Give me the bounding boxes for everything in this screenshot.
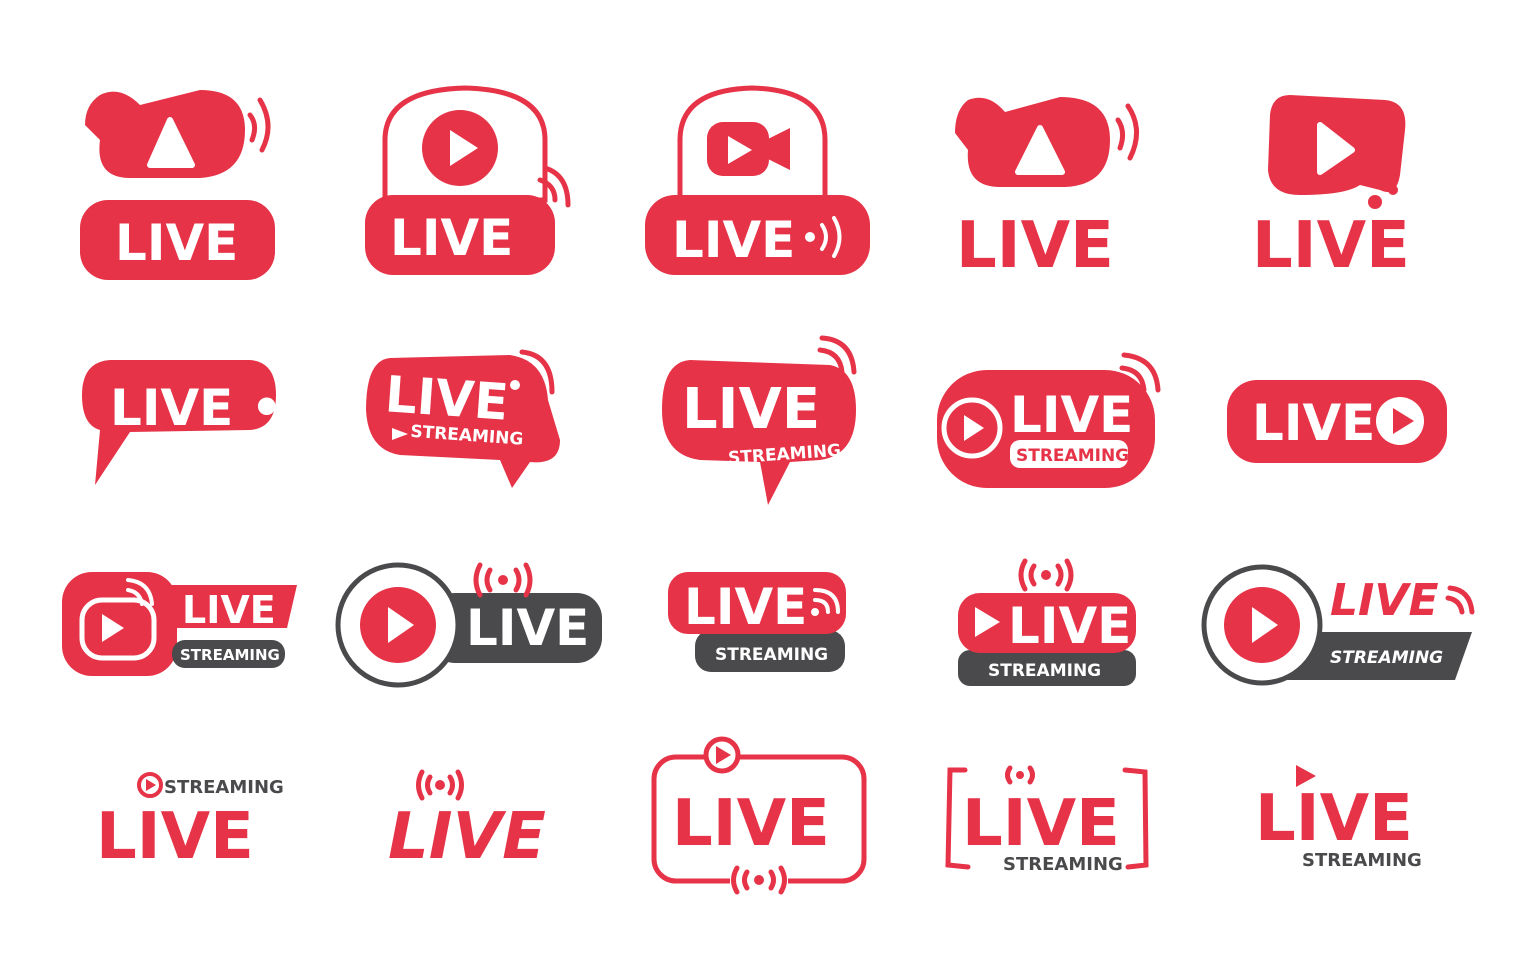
streaming-label: STREAMING [180, 646, 280, 664]
live-label: LIVE [96, 800, 254, 874]
radio-signal-icon [1018, 558, 1074, 592]
live-label: LIVE [956, 209, 1114, 283]
radio-signal-icon [730, 865, 788, 895]
badge-r4c3: LIVE [651, 736, 867, 895]
live-label: LIVE [182, 588, 276, 632]
live-label: LIVE [682, 377, 820, 442]
live-label: LIVE [1252, 209, 1410, 283]
live-label: LIVE [1255, 782, 1413, 856]
live-label: LIVE [383, 365, 510, 431]
radio-signal-icon [416, 769, 464, 801]
live-streaming-badge-set: LIVE LIVE LIVE LIVE LIVE LIVE • LIVE STR… [0, 0, 1532, 980]
radio-signal-icon [1005, 765, 1035, 785]
live-label: LIVE [1010, 386, 1133, 444]
badge-r1c5: LIVE [1252, 95, 1410, 283]
radio-signal-icon [473, 562, 533, 598]
badge-r2c4: LIVE STREAMING [937, 352, 1161, 488]
streaming-label: STREAMING [988, 661, 1101, 681]
live-label: LIVE [684, 578, 807, 636]
badge-r4c1: STREAMING LIVE [96, 772, 284, 874]
badge-r3c5: LIVE STREAMING [1201, 564, 1475, 686]
live-dot-label: LIVE • [110, 379, 283, 437]
live-label: LIVE [388, 800, 546, 874]
broadcast-waves-icon [1115, 103, 1139, 161]
streaming-label: STREAMING [164, 777, 284, 798]
streaming-label: STREAMING [1330, 648, 1443, 668]
streaming-label: STREAMING [715, 645, 828, 665]
badge-r4c5: LIVE STREAMING [1255, 765, 1422, 871]
badge-r3c2: LIVE [335, 562, 602, 688]
streaming-label: STREAMING [1003, 854, 1123, 875]
badge-r3c4: LIVE STREAMING [958, 558, 1136, 686]
badge-r1c4: LIVE [955, 97, 1139, 283]
streaming-label: STREAMING [1016, 446, 1129, 466]
badge-r1c2: LIVE [365, 85, 571, 275]
live-label: LIVE [1252, 394, 1375, 452]
live-label: LIVE [115, 214, 238, 272]
broadcast-waves-icon [247, 97, 271, 153]
badge-r3c3: LIVE STREAMING [668, 572, 846, 672]
broadcast-waves-icon [1445, 585, 1475, 615]
badge-r2c1: LIVE • [82, 360, 283, 485]
badge-r1c1: LIVE [80, 90, 275, 280]
badge-r2c5: LIVE [1227, 380, 1447, 463]
badge-r3c1: LIVE STREAMING [62, 572, 297, 676]
live-label: LIVE [1008, 597, 1131, 655]
badge-r4c2: LIVE [388, 769, 546, 874]
live-label: LIVE [1330, 575, 1439, 626]
badge-canvas: LIVE LIVE LIVE LIVE LIVE LIVE • LIVE STR… [62, 85, 1475, 895]
streaming-label: STREAMING [1302, 850, 1422, 871]
badge-r2c2: LIVE STREAMING [366, 349, 560, 488]
badge-r2c3: LIVE STREAMING [662, 335, 857, 505]
live-label: LIVE [672, 211, 795, 269]
badge-r1c3: LIVE [645, 85, 870, 275]
live-label: LIVE [466, 599, 589, 657]
badge-r4c4: LIVE STREAMING [945, 765, 1149, 875]
live-label: LIVE [962, 787, 1120, 861]
live-label: LIVE [390, 209, 513, 267]
live-label: LIVE [672, 787, 830, 861]
